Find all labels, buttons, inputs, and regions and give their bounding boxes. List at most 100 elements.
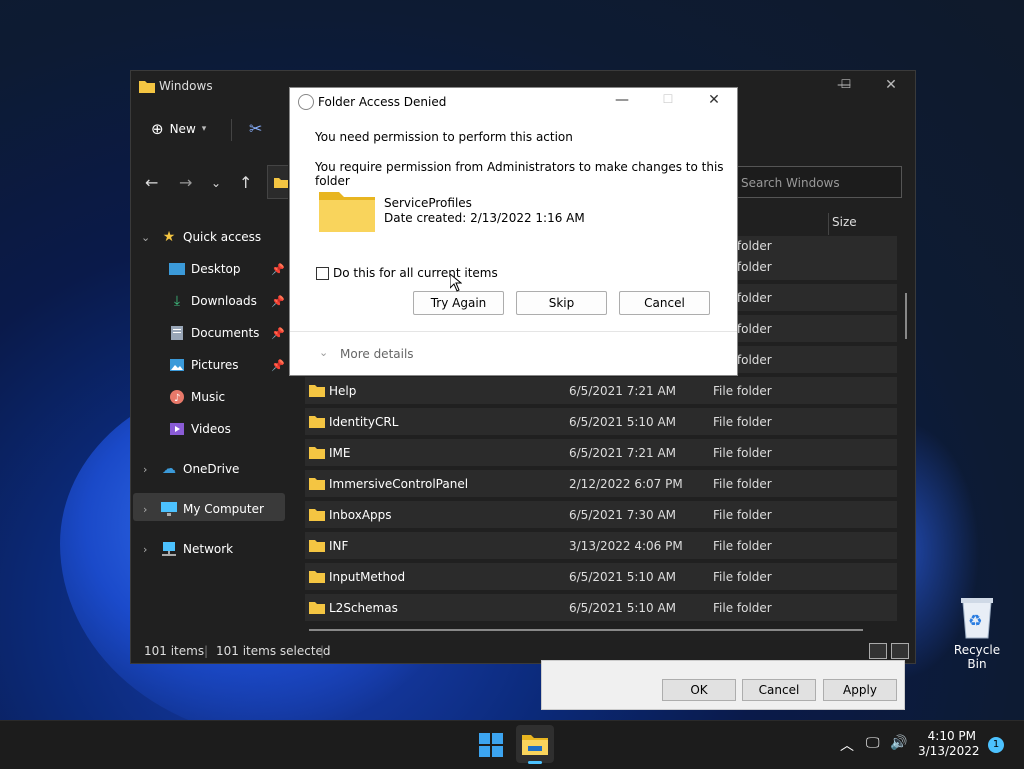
- dialog-title: Folder Access Denied: [318, 95, 447, 109]
- network-icon: [161, 541, 177, 557]
- back-arrow-icon[interactable]: ←: [145, 173, 158, 192]
- permission-detail: You require permission from Administrato…: [315, 160, 724, 188]
- ok-button[interactable]: OK: [662, 679, 736, 701]
- expand-chevron-icon[interactable]: ›: [143, 503, 147, 516]
- status-divider: |: [320, 644, 325, 658]
- chevron-up-icon[interactable]: ︿: [840, 735, 854, 755]
- network-icon[interactable]: 🖵: [866, 735, 880, 751]
- folder-icon: [522, 735, 548, 755]
- picture-icon: [169, 357, 185, 373]
- table-row[interactable]: ImmersiveControlPanel 2/12/2022 6:07 PM …: [305, 470, 897, 497]
- sidebar-item-desktop[interactable]: Desktop 📌: [169, 255, 289, 283]
- folder-icon: [309, 540, 325, 552]
- table-row[interactable]: IME 6/5/2021 7:21 AM File folder: [305, 439, 897, 466]
- skip-button[interactable]: Skip: [516, 291, 607, 315]
- notification-badge[interactable]: 1: [988, 737, 1004, 753]
- expand-chevron-icon[interactable]: ›: [143, 463, 147, 476]
- details-view-button[interactable]: [869, 643, 887, 659]
- pin-icon: 📌: [271, 262, 285, 276]
- clock[interactable]: 4:10 PM 3/13/2022: [918, 729, 980, 759]
- scissors-icon[interactable]: ✂: [249, 119, 262, 138]
- folder-date-created: Date created: 2/13/2022 1:16 AM: [384, 211, 585, 225]
- close-button[interactable]: ✕: [880, 77, 902, 97]
- table-row[interactable]: L2Schemas 6/5/2021 5:10 AM File folder: [305, 594, 897, 621]
- folder-icon: [309, 509, 325, 521]
- table-row[interactable]: INF 3/13/2022 4:06 PM File folder: [305, 532, 897, 559]
- new-button[interactable]: ⊕ New ▾: [151, 117, 206, 141]
- download-icon: ⤓: [173, 293, 181, 309]
- minimize-button[interactable]: —: [610, 92, 634, 112]
- expand-chevron-icon[interactable]: ⌄: [141, 231, 150, 244]
- sidebar-item-videos[interactable]: Videos: [169, 415, 231, 443]
- search-input[interactable]: Search Windows: [728, 166, 902, 198]
- sidebar-item-documents[interactable]: Documents 📌: [169, 319, 289, 347]
- horizontal-scrollbar[interactable]: [309, 629, 863, 631]
- permission-message: You need permission to perform this acti…: [315, 130, 573, 144]
- folder-icon: [309, 478, 325, 490]
- size-column-header[interactable]: Size: [832, 215, 857, 229]
- sidebar-item-my-computer[interactable]: My Computer: [161, 495, 264, 523]
- table-row[interactable]: InputMethod 6/5/2021 5:10 AM File folder: [305, 563, 897, 590]
- plus-icon: ⊕: [151, 120, 164, 138]
- pin-icon: 📌: [271, 326, 285, 340]
- navigation-pane: ⌄ ★ Quick access Desktop 📌 ⤓ Downloads 📌…: [131, 223, 296, 643]
- close-button[interactable]: ✕: [702, 92, 726, 112]
- column-divider: [828, 213, 829, 235]
- clock-date: 3/13/2022: [918, 744, 980, 758]
- svg-text:♪: ♪: [174, 393, 180, 404]
- document-icon: [169, 325, 185, 341]
- sidebar-item-onedrive[interactable]: ☁ OneDrive: [161, 455, 239, 483]
- toolbar-divider: [231, 119, 232, 141]
- active-indicator: [528, 761, 542, 764]
- folder-icon: [309, 447, 325, 459]
- folder-icon: [319, 192, 375, 232]
- sidebar-item-downloads[interactable]: ⤓ Downloads 📌: [169, 287, 289, 315]
- forward-arrow-icon[interactable]: →: [179, 173, 192, 192]
- folder-icon: [309, 602, 325, 614]
- sidebar-item-network[interactable]: Network: [161, 535, 233, 563]
- folder-access-denied-dialog: Folder Access Denied — ☐ ✕ You need perm…: [289, 87, 738, 376]
- folder-icon: [309, 571, 325, 583]
- windows-start-icon[interactable]: [479, 733, 503, 757]
- address-bar[interactable]: [267, 165, 288, 199]
- cloud-icon: ☁: [162, 461, 176, 477]
- cancel-button[interactable]: Cancel: [619, 291, 710, 315]
- sidebar-item-pictures[interactable]: Pictures 📌: [169, 351, 289, 379]
- taskbar: ︿ 🖵 🔊 4:10 PM 3/13/2022 1: [0, 720, 1024, 769]
- expand-chevron-icon[interactable]: ›: [143, 543, 147, 556]
- more-details-toggle[interactable]: More details: [340, 347, 414, 361]
- tiles-view-button[interactable]: [891, 643, 909, 659]
- chevron-down-icon: ⌄: [319, 346, 329, 359]
- music-icon: ♪: [169, 389, 185, 405]
- sidebar-item-quick-access[interactable]: ★ Quick access: [161, 223, 261, 251]
- desktop-icon: [169, 261, 185, 277]
- vertical-scrollbar[interactable]: [905, 293, 907, 339]
- volume-icon[interactable]: 🔊: [890, 735, 907, 751]
- recent-chevron-icon[interactable]: ⌄: [211, 176, 221, 190]
- pin-icon: 📌: [271, 358, 285, 372]
- status-divider: |: [204, 644, 209, 658]
- selected-count: 101 items selected: [216, 644, 331, 658]
- sidebar-item-music[interactable]: ♪ Music: [169, 383, 225, 411]
- up-arrow-icon[interactable]: ↑: [239, 173, 252, 192]
- apply-all-checkbox[interactable]: [316, 267, 329, 280]
- address-folder-icon: [274, 178, 288, 188]
- recycle-bin[interactable]: ♻ Recycle Bin: [945, 596, 1009, 671]
- status-bar: 101 items | 101 items selected |: [131, 641, 915, 661]
- recycle-bin-label: Recycle Bin: [953, 643, 1001, 671]
- maximize-button[interactable]: ☐: [835, 77, 857, 97]
- star-icon: ★: [162, 229, 176, 245]
- folder-icon: [309, 385, 325, 397]
- clock-icon: [298, 94, 314, 110]
- more-details-section: ⌄ More details: [290, 331, 737, 376]
- table-row[interactable]: InboxApps 6/5/2021 7:30 AM File folder: [305, 501, 897, 528]
- folder-icon: [139, 79, 155, 96]
- folder-name: ServiceProfiles: [384, 196, 472, 210]
- chevron-down-icon: ▾: [201, 124, 207, 134]
- table-row[interactable]: Help 6/5/2021 7:21 AM File folder: [305, 377, 897, 404]
- cancel-button[interactable]: Cancel: [742, 679, 816, 701]
- table-row[interactable]: IdentityCRL 6/5/2021 5:10 AM File folder: [305, 408, 897, 435]
- file-explorer-taskbar-button[interactable]: [516, 725, 554, 764]
- apply-button[interactable]: Apply: [823, 679, 897, 701]
- try-again-button[interactable]: Try Again: [413, 291, 504, 315]
